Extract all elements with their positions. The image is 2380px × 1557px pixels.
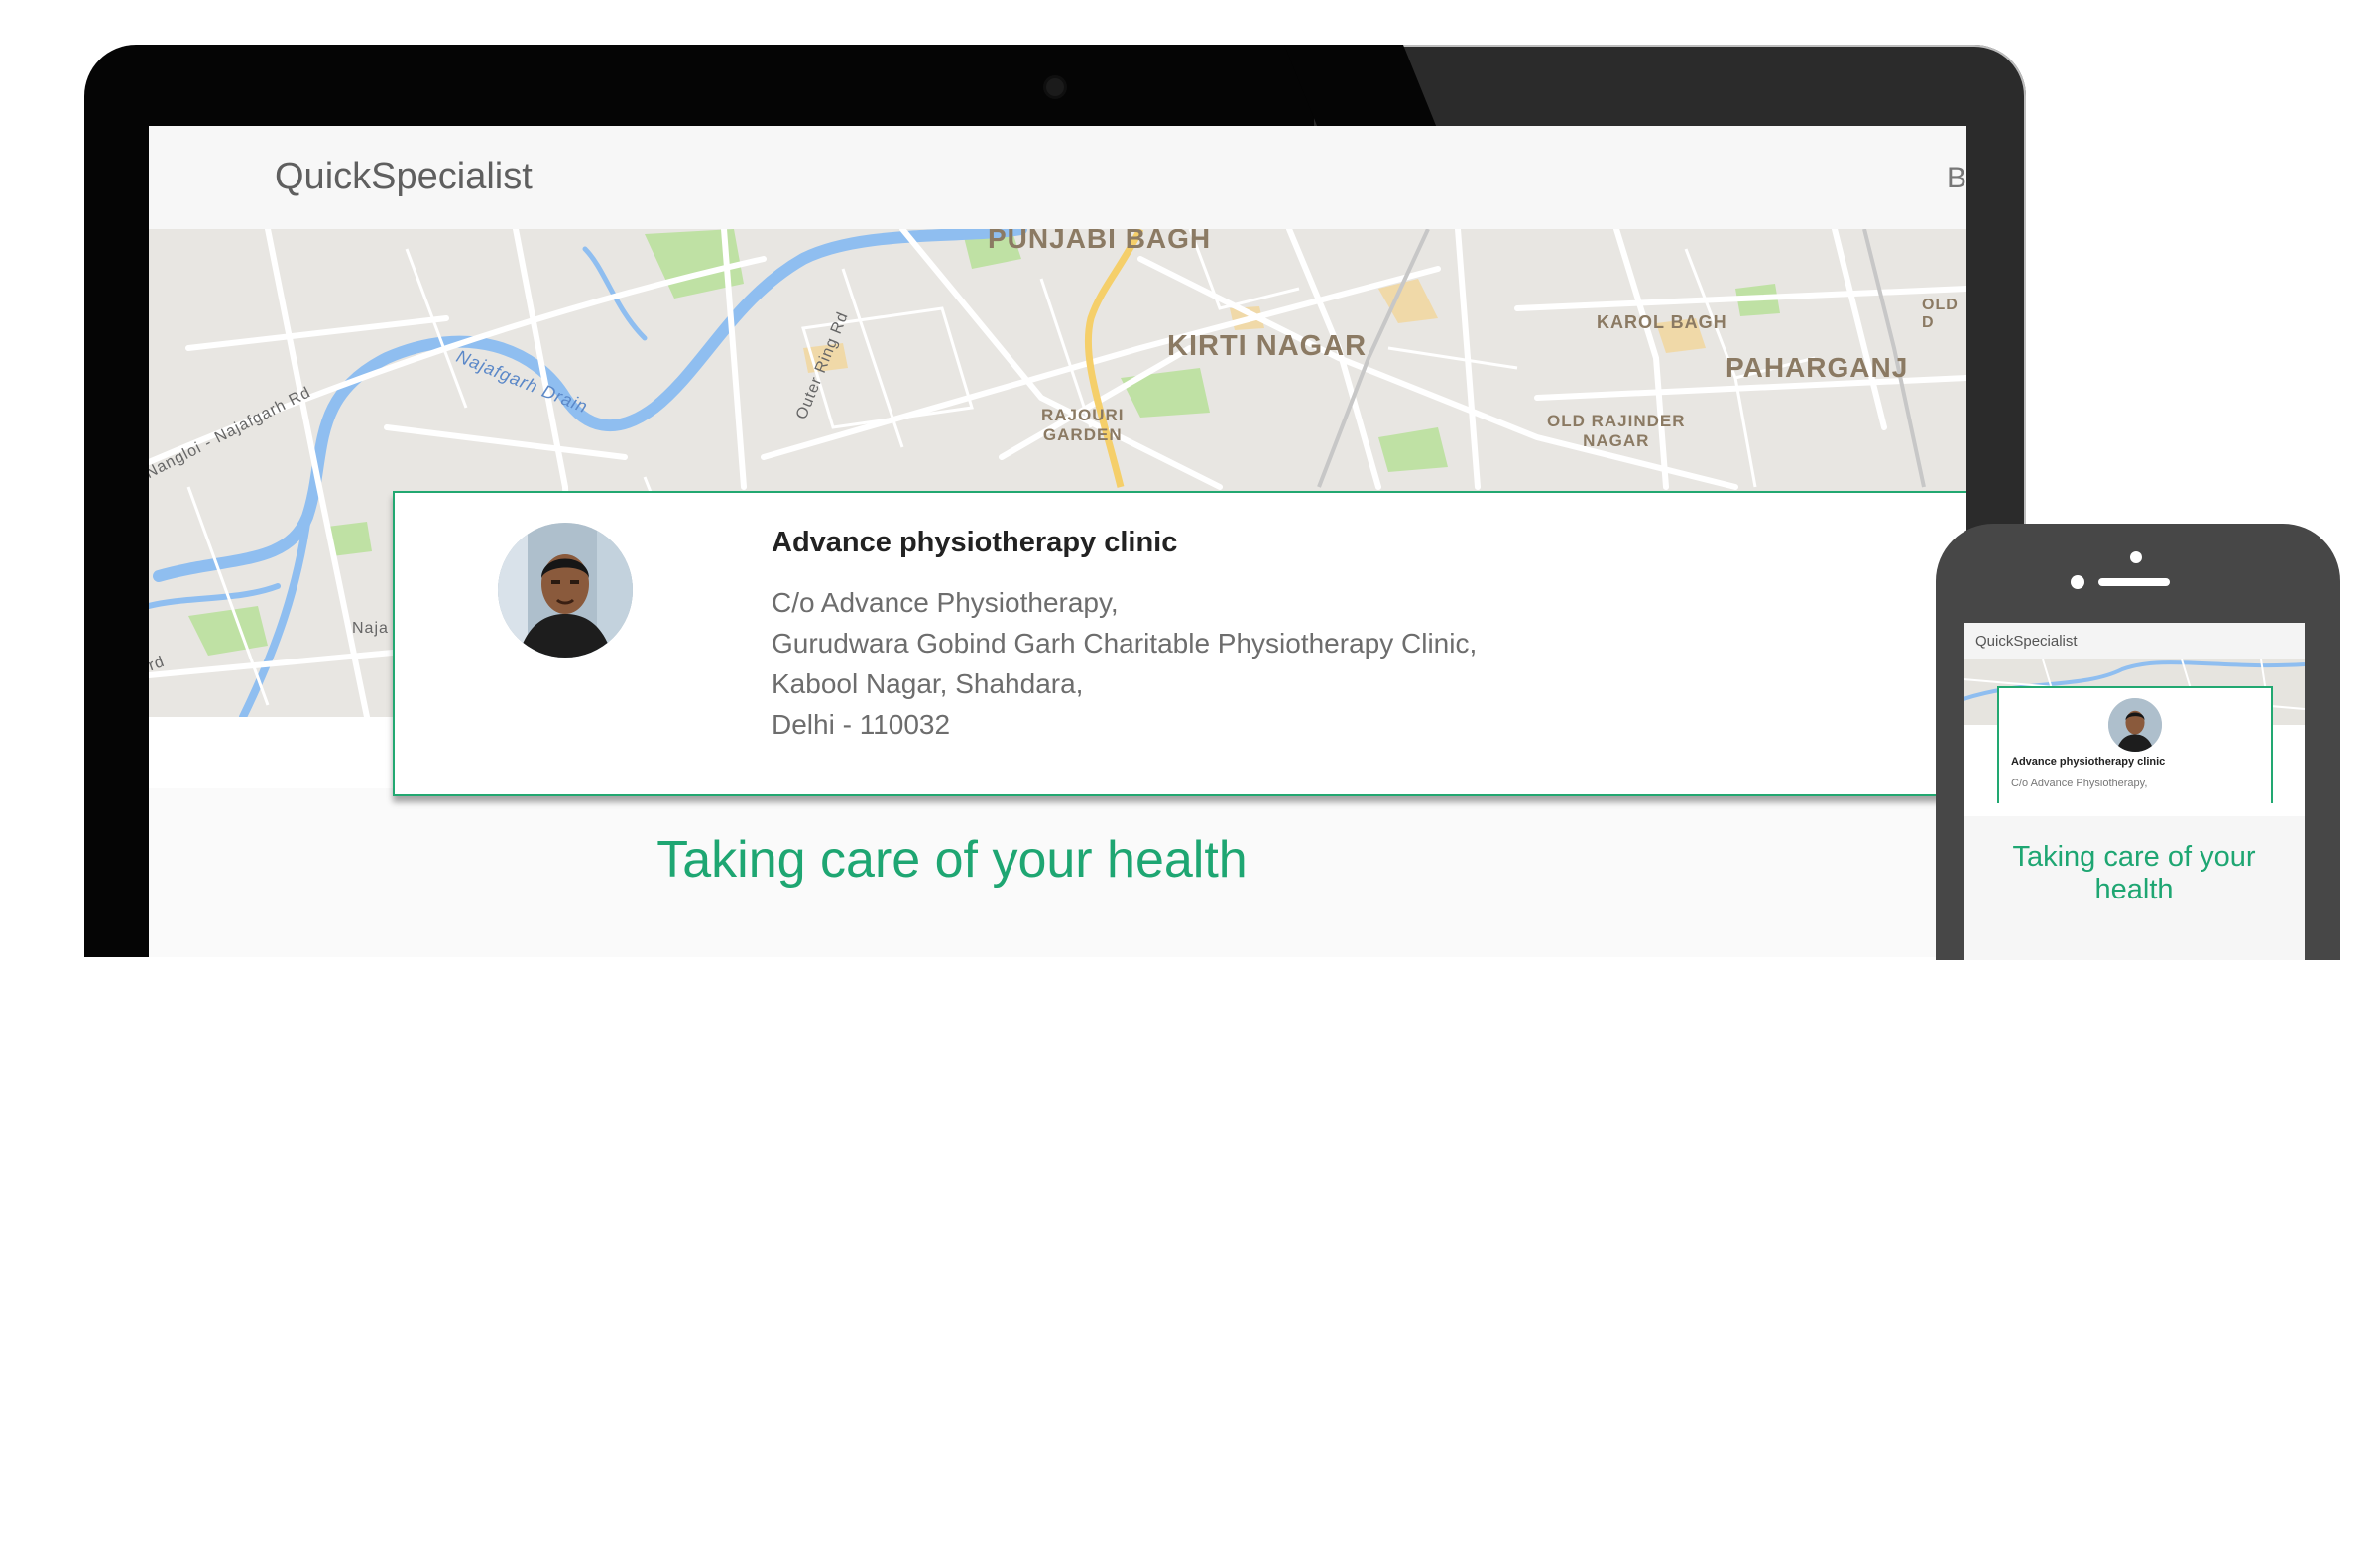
phone-tagline-line1: Taking care of your [2012, 841, 2256, 873]
map-label-naja: Naja [352, 620, 389, 637]
clinic-name: Advance physiotherapy clinic [772, 527, 1178, 558]
laptop-frame: QuickSpecialist B PUNJABI BAGH KIRTI NAG… [84, 45, 2026, 957]
phone-brand-title[interactable]: QuickSpecialist [1975, 633, 2078, 650]
clinic-address-line-3: Kabool Nagar, Shahdara, [772, 668, 1084, 699]
phone-tagline-line2: health [2094, 874, 2174, 905]
phone-speaker [2098, 578, 2170, 586]
doctor-avatar [498, 523, 633, 658]
clinic-address: C/o Advance Physiotherapy, Gurudwara Gob… [772, 582, 1477, 745]
map-label-old-rajinder-line1: OLD RAJINDER [1547, 412, 1686, 430]
map-label-karol-bagh: KAROL BAGH [1597, 312, 1727, 332]
map-label-rajouri-garden: RAJOURI GARDEN [1041, 406, 1125, 445]
clinic-address-line-4: Delhi - 110032 [772, 709, 951, 740]
phone-clinic-address: C/o Advance Physiotherapy, [2011, 778, 2148, 789]
phone-frame: QuickSpecialist Advance physiotherapy cl… [1936, 524, 2340, 960]
laptop-screen: QuickSpecialist B PUNJABI BAGH KIRTI NAG… [149, 126, 1966, 957]
hero-tagline: Taking care of your health [656, 831, 1248, 889]
map-label-rajouri-garden-line2: GARDEN [1042, 425, 1123, 444]
brand-title[interactable]: QuickSpecialist [275, 156, 533, 198]
clinic-address-line-1: C/o Advance Physiotherapy, [772, 587, 1119, 618]
map-label-old-d: OLD D [1922, 297, 1959, 331]
phone-camera [2071, 575, 2084, 589]
phone-clinic-name: Advance physiotherapy clinic [2011, 756, 2166, 768]
phone-app-bar: QuickSpecialist [1964, 623, 2305, 660]
phone-sensor [2130, 551, 2142, 563]
map-label-paharganj: PAHARGANJ [1726, 352, 1909, 383]
phone-clinic-card[interactable]: Advance physiotherapy clinic C/o Advance… [1997, 686, 2273, 803]
map-label-kirti-nagar: KIRTI NAGAR [1167, 330, 1368, 362]
phone-screen: QuickSpecialist Advance physiotherapy cl… [1964, 623, 2305, 960]
clinic-address-line-2: Gurudwara Gobind Garh Charitable Physiot… [772, 628, 1478, 659]
phone-doctor-avatar [2108, 698, 2162, 752]
doctor-avatar-image [498, 523, 633, 658]
clinic-card[interactable]: Advance physiotherapy clinic C/o Advance… [393, 491, 1966, 796]
phone-hero-tagline: Taking care of your health [1964, 841, 2305, 906]
phone-doctor-avatar-image [2108, 698, 2162, 752]
laptop-camera [1046, 78, 1064, 96]
appbar-cut-text[interactable]: B [1947, 162, 1966, 195]
map-label-punjabi-bagh: PUNJABI BAGH [988, 229, 1212, 254]
app-bar: QuickSpecialist B [149, 126, 1966, 230]
map-label-old-rajinder-line2: NAGAR [1583, 431, 1650, 450]
map-label-old-rajinder-nagar: OLD RAJINDER NAGAR [1547, 412, 1686, 451]
map-label-rajouri-garden-line1: RAJOURI [1041, 406, 1125, 424]
